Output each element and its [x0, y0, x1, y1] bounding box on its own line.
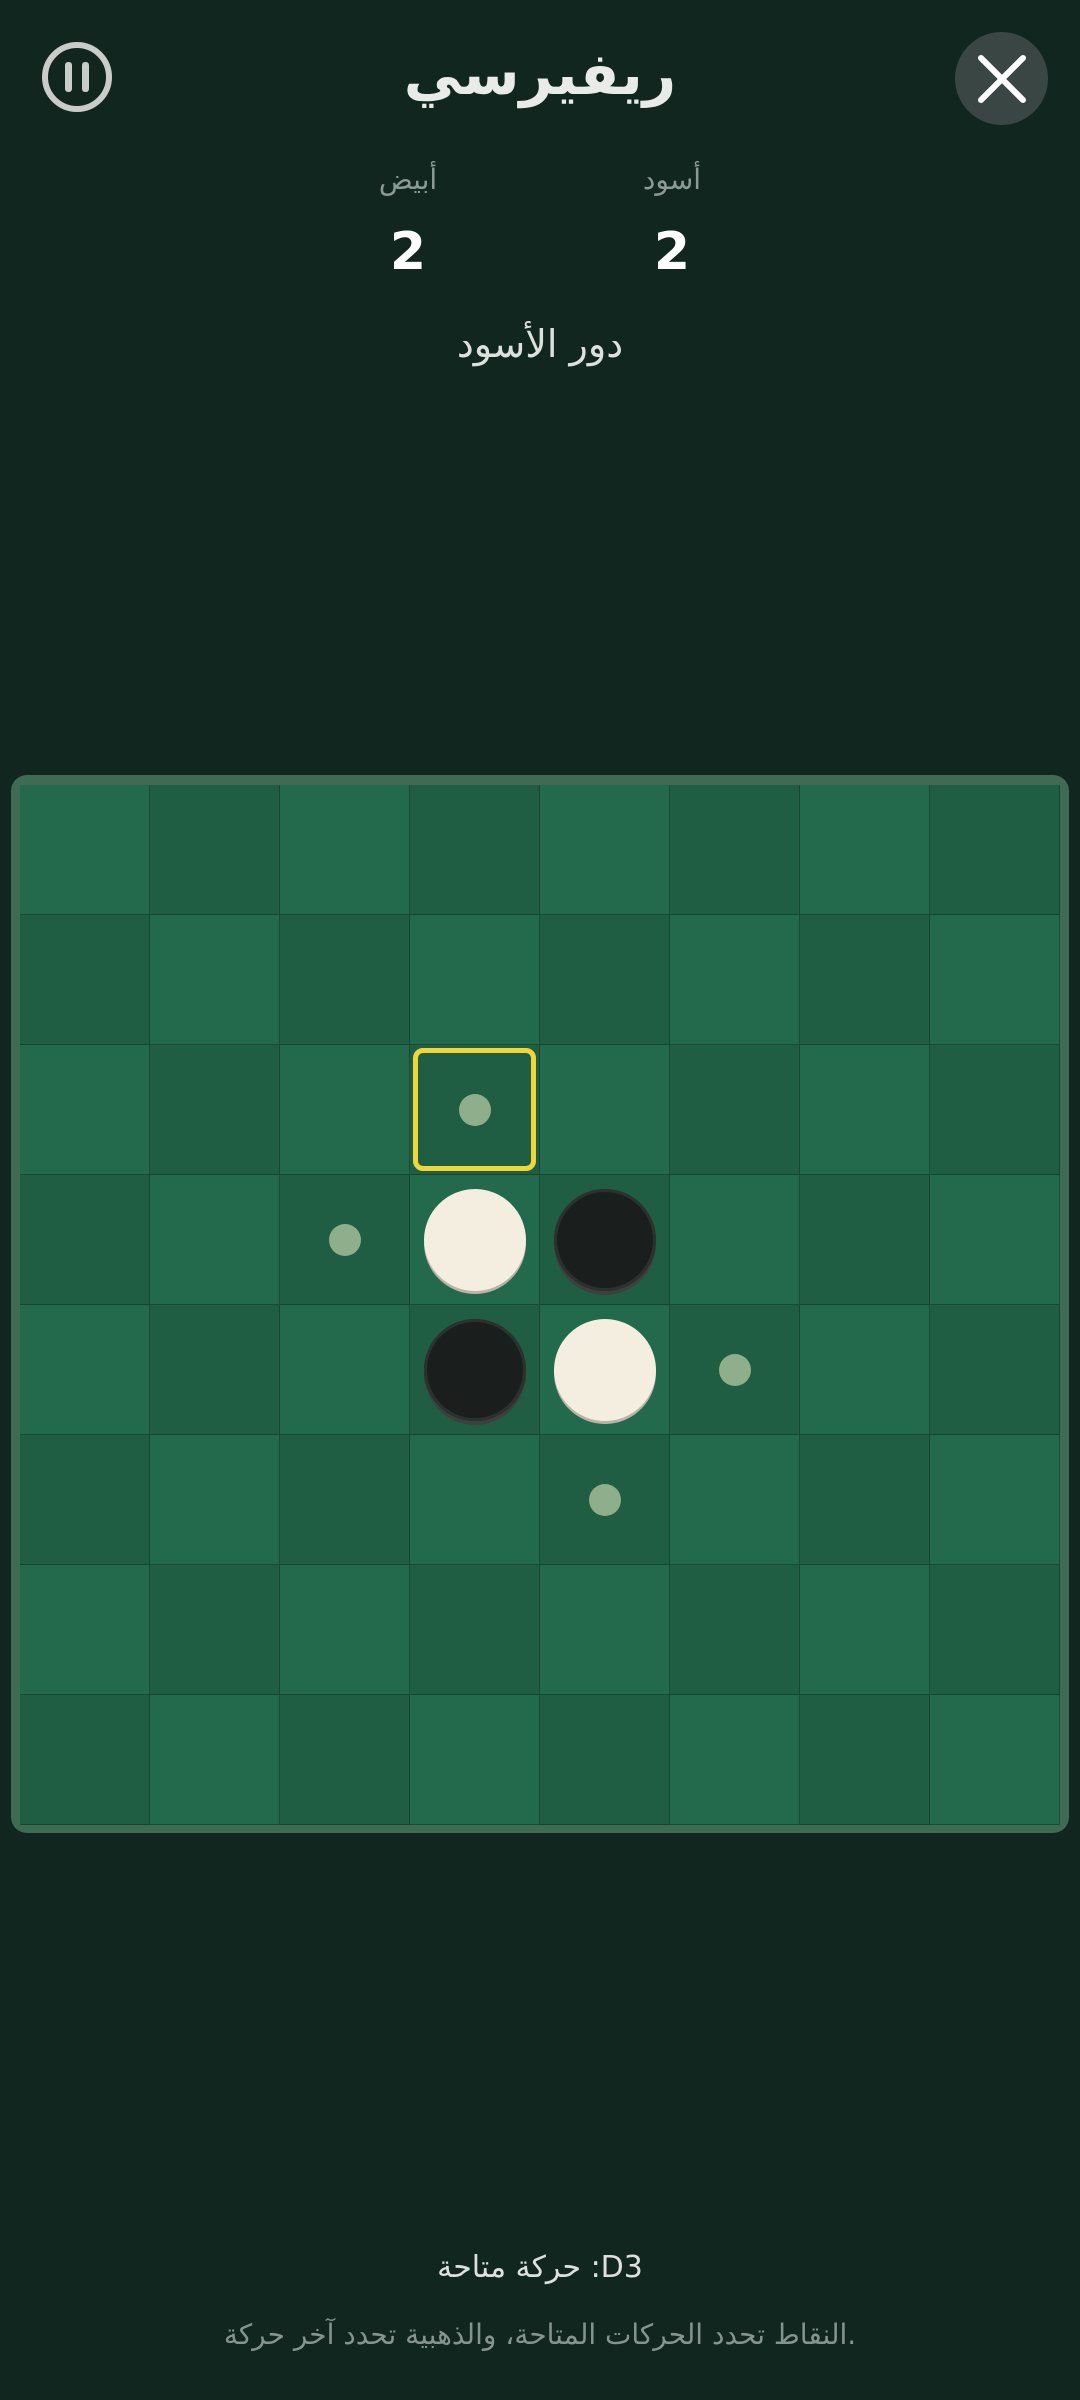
board-cell-E6[interactable]: [540, 1435, 670, 1565]
available-move-text: حركة متاحة :D3: [437, 2250, 643, 2285]
board-cell-H3[interactable]: [930, 1045, 1060, 1175]
board-cell-H2[interactable]: [930, 915, 1060, 1045]
white-score-value: 2: [389, 222, 427, 282]
move-hint-dot: [458, 1093, 491, 1126]
move-hint-dot: [718, 1353, 751, 1386]
board-cell-C7[interactable]: [280, 1565, 410, 1695]
board-cell-A2[interactable]: [20, 915, 150, 1045]
board-cell-E2[interactable]: [540, 915, 670, 1045]
board-cell-D4[interactable]: [410, 1175, 540, 1305]
board-cell-C6[interactable]: [280, 1435, 410, 1565]
close-icon: [977, 54, 1026, 103]
black-score: أسود 2: [582, 160, 762, 282]
board-cell-H4[interactable]: [930, 1175, 1060, 1305]
board-cell-F5[interactable]: [670, 1305, 800, 1435]
board-cell-F8[interactable]: [670, 1695, 800, 1825]
black-disc: [423, 1318, 526, 1421]
board-cell-C2[interactable]: [280, 915, 410, 1045]
board-cell-G2[interactable]: [800, 915, 930, 1045]
board-cell-F1[interactable]: [670, 785, 800, 915]
board-cell-A5[interactable]: [20, 1305, 150, 1435]
board-cell-A3[interactable]: [20, 1045, 150, 1175]
board-cell-A1[interactable]: [20, 785, 150, 915]
game-title: ريفيرسي: [403, 40, 677, 108]
black-disc: [553, 1188, 656, 1291]
turn-indicator: دور الأسود: [456, 322, 624, 366]
board-cell-E3[interactable]: [540, 1045, 670, 1175]
black-score-label: أسود: [642, 163, 702, 196]
board-cell-B1[interactable]: [150, 785, 280, 915]
board-cell-B5[interactable]: [150, 1305, 280, 1435]
game-screen: ريفيرسي أبيض 2 أسود 2 دور الأسود حركة مت…: [0, 0, 1080, 2400]
board-cell-E4[interactable]: [540, 1175, 670, 1305]
board-cell-C8[interactable]: [280, 1695, 410, 1825]
board-cell-D2[interactable]: [410, 915, 540, 1045]
board-cell-C3[interactable]: [280, 1045, 410, 1175]
board-cell-C4[interactable]: [280, 1175, 410, 1305]
board-cell-F2[interactable]: [670, 915, 800, 1045]
board-cell-F6[interactable]: [670, 1435, 800, 1565]
board-cell-G5[interactable]: [800, 1305, 930, 1435]
board-cell-A4[interactable]: [20, 1175, 150, 1305]
board-cell-E1[interactable]: [540, 785, 670, 915]
board-cell-H7[interactable]: [930, 1565, 1060, 1695]
board-cell-C1[interactable]: [280, 785, 410, 915]
game-board[interactable]: [20, 785, 1060, 1825]
board-cell-H1[interactable]: [930, 785, 1060, 915]
black-score-value: 2: [653, 222, 691, 282]
white-score: أبيض 2: [318, 160, 498, 282]
board-cell-G4[interactable]: [800, 1175, 930, 1305]
board-cell-F7[interactable]: [670, 1565, 800, 1695]
board-cell-B7[interactable]: [150, 1565, 280, 1695]
board-cell-F4[interactable]: [670, 1175, 800, 1305]
board-cell-B4[interactable]: [150, 1175, 280, 1305]
board-cell-G3[interactable]: [800, 1045, 930, 1175]
close-button[interactable]: [955, 32, 1048, 125]
board-cell-D5[interactable]: [410, 1305, 540, 1435]
board-cell-F3[interactable]: [670, 1045, 800, 1175]
board-cell-D3[interactable]: [410, 1045, 540, 1175]
board-cell-G7[interactable]: [800, 1565, 930, 1695]
board-cell-B8[interactable]: [150, 1695, 280, 1825]
board-cell-A6[interactable]: [20, 1435, 150, 1565]
board-cell-B2[interactable]: [150, 915, 280, 1045]
white-disc: [553, 1318, 656, 1421]
board-cell-C5[interactable]: [280, 1305, 410, 1435]
move-hint-dot: [328, 1223, 361, 1256]
legend-hint-text: النقاط تحدد الحركات المتاحة، والذهبية تح…: [223, 2318, 857, 2351]
board-cell-E7[interactable]: [540, 1565, 670, 1695]
white-disc: [423, 1188, 526, 1291]
board-cell-H5[interactable]: [930, 1305, 1060, 1435]
move-hint-dot: [588, 1483, 621, 1516]
board-cell-A8[interactable]: [20, 1695, 150, 1825]
board-cell-D8[interactable]: [410, 1695, 540, 1825]
board-cell-H6[interactable]: [930, 1435, 1060, 1565]
board-cell-E8[interactable]: [540, 1695, 670, 1825]
board-cell-D7[interactable]: [410, 1565, 540, 1695]
white-score-label: أبيض: [378, 163, 438, 196]
board-cell-B3[interactable]: [150, 1045, 280, 1175]
board-cell-G6[interactable]: [800, 1435, 930, 1565]
board-cell-B6[interactable]: [150, 1435, 280, 1565]
board-cell-H8[interactable]: [930, 1695, 1060, 1825]
board-cell-D6[interactable]: [410, 1435, 540, 1565]
board-cell-D1[interactable]: [410, 785, 540, 915]
board-cell-A7[interactable]: [20, 1565, 150, 1695]
board-cell-G8[interactable]: [800, 1695, 930, 1825]
board-cell-E5[interactable]: [540, 1305, 670, 1435]
board-cell-G1[interactable]: [800, 785, 930, 915]
